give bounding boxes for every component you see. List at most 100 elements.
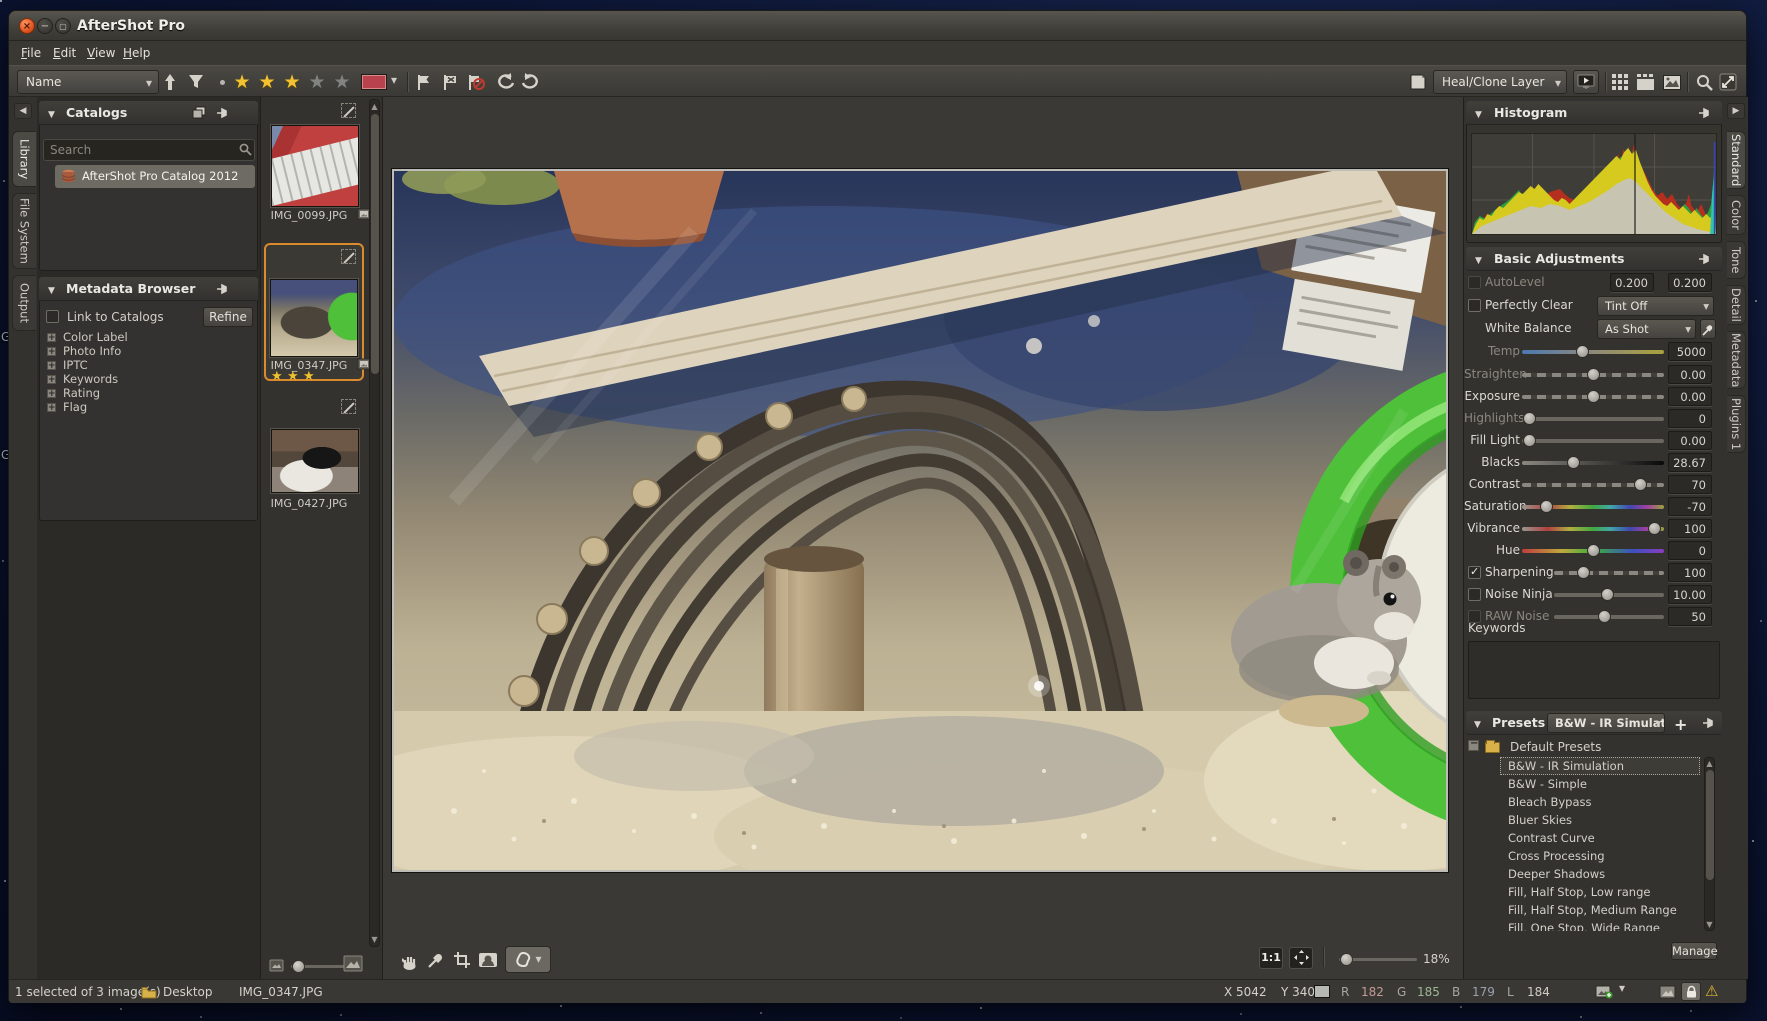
- magnifier-icon[interactable]: [1693, 71, 1715, 93]
- flag-reject-icon[interactable]: [439, 71, 461, 93]
- temp-slider[interactable]: [1522, 350, 1664, 354]
- actual-size-button[interactable]: 1:1: [1259, 947, 1283, 969]
- blacks-slider-knob[interactable]: [1567, 456, 1580, 469]
- warning-icon[interactable]: ⚠: [1705, 982, 1718, 1000]
- exposure-slider-knob[interactable]: [1587, 390, 1600, 403]
- catalogs-header[interactable]: Catalogs: [39, 101, 258, 125]
- metadata-field-photo-info[interactable]: Photo Info: [47, 344, 121, 358]
- collapse-icon[interactable]: [48, 277, 55, 303]
- pin-icon[interactable]: [1698, 252, 1712, 266]
- metadata-field-flag[interactable]: Flag: [47, 400, 87, 414]
- tab-color[interactable]: Color: [1727, 195, 1746, 235]
- expand-icon[interactable]: [47, 333, 56, 342]
- current-folder[interactable]: Desktop: [163, 980, 213, 1004]
- menu-edit[interactable]: Edit: [49, 41, 80, 65]
- add-preset-icon[interactable]: +: [1674, 713, 1687, 737]
- thumbnail-size-small-icon[interactable]: [269, 959, 284, 972]
- exposure-slider[interactable]: [1522, 395, 1664, 399]
- white-balance-eyedropper-button[interactable]: [1700, 319, 1716, 339]
- refine-button[interactable]: Refine: [203, 307, 253, 327]
- color-label-dropdown-icon[interactable]: [391, 73, 397, 87]
- fullscreen-icon[interactable]: [1717, 71, 1739, 93]
- sharpening-checkbox[interactable]: [1468, 566, 1481, 579]
- pin-icon[interactable]: [216, 282, 230, 296]
- sharpening-slider-knob[interactable]: [1577, 566, 1590, 579]
- tab-metadata[interactable]: Metadata: [1727, 331, 1746, 389]
- title-bar[interactable]: × − ▢ AfterShot Pro: [9, 11, 1746, 41]
- fill-light-value[interactable]: 0.00: [1668, 431, 1712, 450]
- preset-scrollbar[interactable]: ▲ ▼: [1704, 757, 1715, 931]
- fill-light-slider[interactable]: [1522, 439, 1664, 443]
- preset-dropdown[interactable]: B&W - IR Simulation: [1547, 713, 1665, 733]
- expand-icon[interactable]: [47, 361, 56, 370]
- menu-view[interactable]: View: [83, 41, 119, 65]
- metadata-field-color-label[interactable]: Color Label: [47, 330, 128, 344]
- perfectly-clear-checkbox[interactable]: [1468, 299, 1481, 312]
- vibrance-slider-knob[interactable]: [1648, 522, 1661, 535]
- preset-item[interactable]: Bleach Bypass: [1508, 793, 1592, 811]
- tab-detail[interactable]: Detail: [1727, 285, 1746, 325]
- expand-icon[interactable]: [47, 389, 56, 398]
- hue-value[interactable]: 0: [1668, 541, 1712, 560]
- highlights-value[interactable]: 0: [1668, 409, 1712, 428]
- pan-hand-tool-icon[interactable]: [399, 949, 421, 971]
- zoom-slider-knob[interactable]: [1340, 953, 1353, 966]
- highlights-slider[interactable]: [1522, 417, 1664, 421]
- tab-tone[interactable]: Tone: [1727, 241, 1746, 279]
- sort-by-dropdown[interactable]: Name: [17, 70, 159, 94]
- raw-noise-slider-knob[interactable]: [1598, 610, 1611, 623]
- fill-light-slider-knob[interactable]: [1523, 434, 1536, 447]
- straighten-slider-knob[interactable]: [1587, 368, 1600, 381]
- tab-standard[interactable]: Standard: [1727, 131, 1746, 189]
- hue-slider[interactable]: [1522, 549, 1664, 553]
- thumbnail-img-0347[interactable]: [270, 279, 358, 357]
- vibrance-value[interactable]: 100: [1668, 519, 1712, 538]
- rating-star-1[interactable]: [231, 71, 253, 93]
- metadata-field-rating[interactable]: Rating: [47, 386, 100, 400]
- metadata-browser-header[interactable]: Metadata Browser: [39, 277, 258, 301]
- preset-item[interactable]: Fill, Half Stop, Low range: [1508, 883, 1650, 901]
- rating-star-2[interactable]: [256, 71, 278, 93]
- rotate-left-icon[interactable]: [495, 71, 517, 93]
- thumbnail-img-0099[interactable]: [271, 125, 359, 207]
- preset-item[interactable]: Fill, One Stop, Wide Range: [1508, 919, 1660, 931]
- noise-ninja-slider[interactable]: [1554, 593, 1664, 597]
- manage-presets-button[interactable]: Manage: [1671, 942, 1717, 960]
- rating-none-dot[interactable]: [211, 71, 233, 93]
- collapse-icon[interactable]: [1475, 101, 1482, 127]
- lock-icon[interactable]: [1681, 982, 1701, 1001]
- blacks-slider[interactable]: [1522, 461, 1664, 465]
- preset-item[interactable]: B&W - Simple: [1508, 775, 1587, 793]
- raw-noise-value[interactable]: 50: [1668, 607, 1712, 626]
- thumbnail-star[interactable]: [271, 369, 283, 384]
- hue-slider-knob[interactable]: [1587, 544, 1600, 557]
- pin-icon[interactable]: [1698, 106, 1712, 120]
- sort-direction-icon[interactable]: [159, 71, 181, 93]
- collapse-right-panel-icon[interactable]: ▶: [1727, 103, 1745, 119]
- sharpening-slider[interactable]: [1554, 571, 1664, 575]
- metadata-field-keywords[interactable]: Keywords: [47, 372, 118, 386]
- edit-marker-icon[interactable]: [341, 399, 356, 414]
- scroll-down-icon[interactable]: ▼: [1705, 920, 1714, 929]
- blacks-value[interactable]: 28.67: [1668, 453, 1712, 472]
- thumbnail-size-knob[interactable]: [292, 960, 305, 973]
- close-button[interactable]: ×: [19, 18, 35, 34]
- contrast-slider-knob[interactable]: [1634, 478, 1647, 491]
- new-layer-icon[interactable]: [1407, 71, 1429, 93]
- sharpening-value[interactable]: 100: [1668, 563, 1712, 582]
- basic-adjustments-header[interactable]: Basic Adjustments: [1466, 247, 1722, 271]
- raw-noise-slider[interactable]: [1554, 615, 1664, 619]
- stack-icon[interactable]: [192, 106, 206, 120]
- layer-mode-dropdown[interactable]: Heal/Clone Layer: [1433, 70, 1567, 94]
- rotate-right-icon[interactable]: [519, 71, 541, 93]
- edit-marker-icon[interactable]: [341, 249, 356, 264]
- presets-header[interactable]: Presets B&W - IR Simulation +: [1466, 711, 1722, 735]
- crop-tool-icon[interactable]: [451, 949, 473, 971]
- tab-plugins-1[interactable]: Plugins 1: [1727, 395, 1746, 453]
- autolevel-checkbox[interactable]: [1468, 276, 1481, 289]
- thumbnail-star[interactable]: [287, 369, 299, 384]
- tint-dropdown[interactable]: Tint Off: [1597, 296, 1714, 316]
- noise-ninja-slider-knob[interactable]: [1601, 588, 1614, 601]
- photo-canvas[interactable]: [392, 169, 1448, 872]
- rating-star-3[interactable]: [281, 71, 303, 93]
